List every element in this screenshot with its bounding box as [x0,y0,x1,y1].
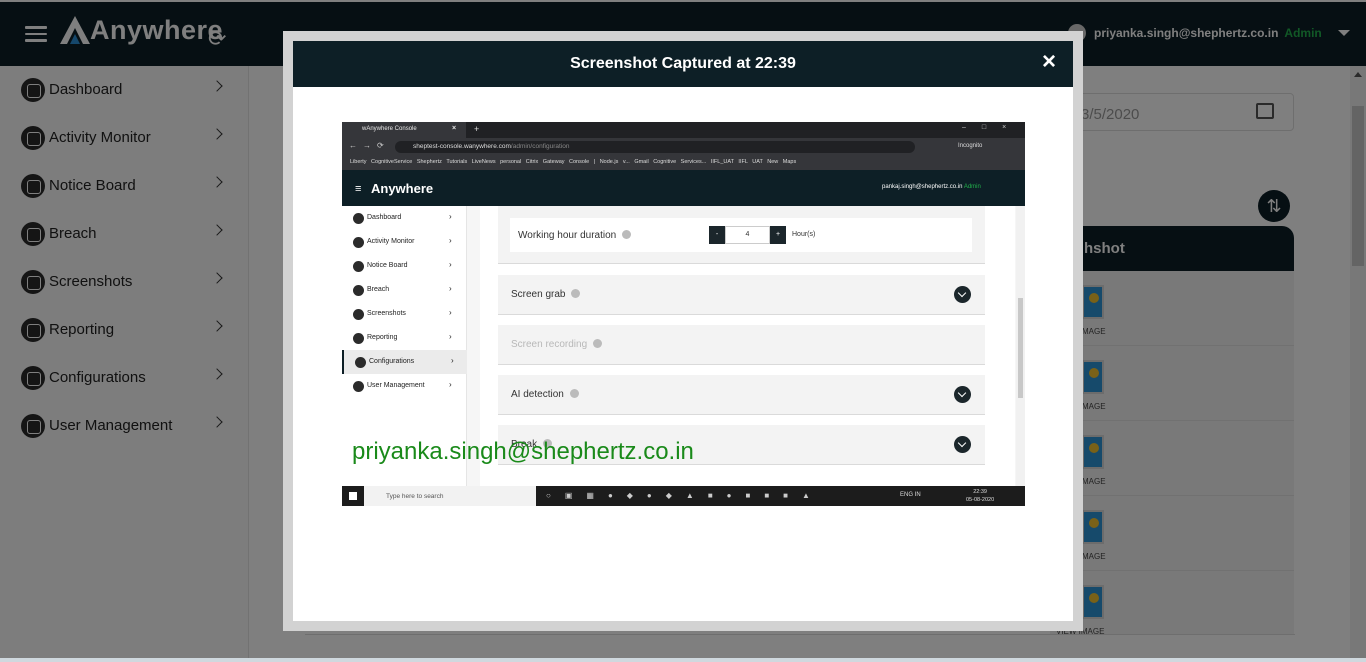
section-screen-recording: Screen recording [498,325,985,365]
hour-value: 4 [725,225,770,244]
info-icon [593,339,603,348]
chevron-down-icon [954,436,971,453]
inner-nav-label: Breach [367,286,390,293]
inner-nav-label: Notice Board [367,262,408,269]
screenshot-modal: Screenshot Captured at 22:39 × wAnywhere… [283,31,1083,631]
inner-chevron-icon: › [449,284,452,293]
new-tab-icon: + [474,124,480,134]
inner-nav-icon [353,381,364,392]
inner-nav-icon [353,309,364,320]
captured-screenshot: wAnywhere Console × + –□× ←→⟳ sheptest-co… [342,122,1025,506]
inner-nav-label: Dashboard [367,214,402,221]
inner-nav-label: User Management [367,382,425,389]
modal-header: Screenshot Captured at 22:39 × [293,41,1073,87]
section-text: Screen recording [511,339,588,350]
inner-nav-item: Dashboard › [342,206,467,230]
inner-scrollbar [1016,206,1025,486]
clock-date: 05-08-2020 [966,497,995,503]
browser-tabbar: wAnywhere Console × + –□× [342,122,1025,138]
section-text: Screen grab [511,289,566,300]
inner-nav-icon [353,333,364,344]
hour-unit: Hour(s) [792,231,816,238]
windows-taskbar: Type here to search ○▣▦●◆●◆▲■●■■■▲ ENG I… [342,486,1025,506]
inner-user-email: pankaj.singh@shephertz.co.in [882,184,963,190]
inner-user-role: Admin [963,184,981,190]
app-root: Anywhere ⟳ priyanka.singh@shephertz.co.i… [0,0,1366,662]
url-host: sheptest-console.wanywhere.com [413,143,511,150]
inner-nav-item: Activity Monitor › [342,230,467,254]
working-hour-text: Working hour duration [518,230,617,241]
inner-user: pankaj.singh@shephertz.co.in Admin [882,184,981,190]
windows-start-icon [349,492,357,500]
modal-title: Screenshot Captured at 22:39 [570,55,796,72]
inner-nav-label: Activity Monitor [367,238,415,245]
info-icon [622,230,632,239]
inner-nav-icon [353,237,364,248]
inner-chevron-icon: › [449,332,452,341]
inner-nav-icon [353,261,364,272]
inner-chevron-icon: › [449,380,452,389]
clock-time: 22:39 [973,489,987,495]
working-hour-row: Working hour duration - 4 + Hour(s) [510,218,972,252]
browser-addressbar: ←→⟳ sheptest-console.wanywhere.com/admin… [342,138,1025,156]
section-screen-grab: Screen grab [498,275,985,315]
minus-button: - [709,225,725,244]
info-icon [571,289,581,298]
url-field: sheptest-console.wanywhere.com/admin/con… [395,141,915,153]
inner-brand: Anywhere [371,181,434,196]
inner-menu-icon: ≡ [355,183,362,195]
inner-nav-icon [353,285,364,296]
window-controls-icon: –□× [962,124,1023,131]
inner-nav-label: Configurations [369,358,415,365]
user-watermark: priyanka.singh@shephertz.co.in [352,438,694,465]
inner-app-header: ≡ Anywhere pankaj.singh@shephertz.co.in … [342,170,1025,206]
close-icon[interactable]: × [1042,49,1056,75]
taskbar-search: Type here to search [364,486,536,506]
tab-title: wAnywhere Console [362,126,417,132]
taskbar-app-icons: ○▣▦●◆●◆▲■●■■■▲ [546,491,824,500]
section-label: AI detection [511,389,579,400]
inner-scrollbar-thumb [1018,298,1023,398]
inner-nav-label: Reporting [367,334,398,341]
info-icon [569,389,579,398]
inner-nav-item: Notice Board › [342,254,467,278]
inner-nav-item: Reporting › [342,326,467,350]
modal-body: wAnywhere Console × + –□× ←→⟳ sheptest-co… [293,87,1073,621]
inner-nav-item-active: Configurations › [342,350,467,374]
bottom-bar [0,658,1366,662]
section-ai-detection: AI detection [498,375,985,415]
inner-nav-label: Screenshots [367,310,406,317]
browser-nav-icons: ←→⟳ [349,141,390,150]
chevron-down-icon [954,386,971,403]
url-path: /admin/configuration [510,143,570,150]
inner-nav-item: Screenshots › [342,302,467,326]
working-hour-label: Working hour duration [518,230,632,241]
section-label: Screen grab [511,289,581,300]
hour-stepper: - 4 + Hour(s) [709,225,815,244]
chevron-down-icon [954,286,971,303]
browser-tab: wAnywhere Console × [342,122,466,138]
inner-chevron-icon: › [449,212,452,221]
inner-chevron-icon: › [449,236,452,245]
tab-close-icon: × [452,125,457,132]
inner-nav-item: User Management › [342,374,467,398]
bookmarks-bar: Liberty CognitiveService Shephertz Tutor… [342,156,1025,170]
inner-nav-icon [353,213,364,224]
inner-chevron-icon: › [449,260,452,269]
taskbar-clock: 22:39 05-08-2020 [966,488,994,504]
inner-chevron-icon: › [449,308,452,317]
inner-nav-icon [355,357,366,368]
inner-nav-item: Breach › [342,278,467,302]
plus-button: + [770,225,786,244]
incognito-label: Incognito [958,143,983,149]
section-label: Screen recording [511,339,603,350]
taskbar-tray: ENG IN [900,492,921,498]
inner-chevron-icon: › [451,356,454,365]
section-text: AI detection [511,389,564,400]
